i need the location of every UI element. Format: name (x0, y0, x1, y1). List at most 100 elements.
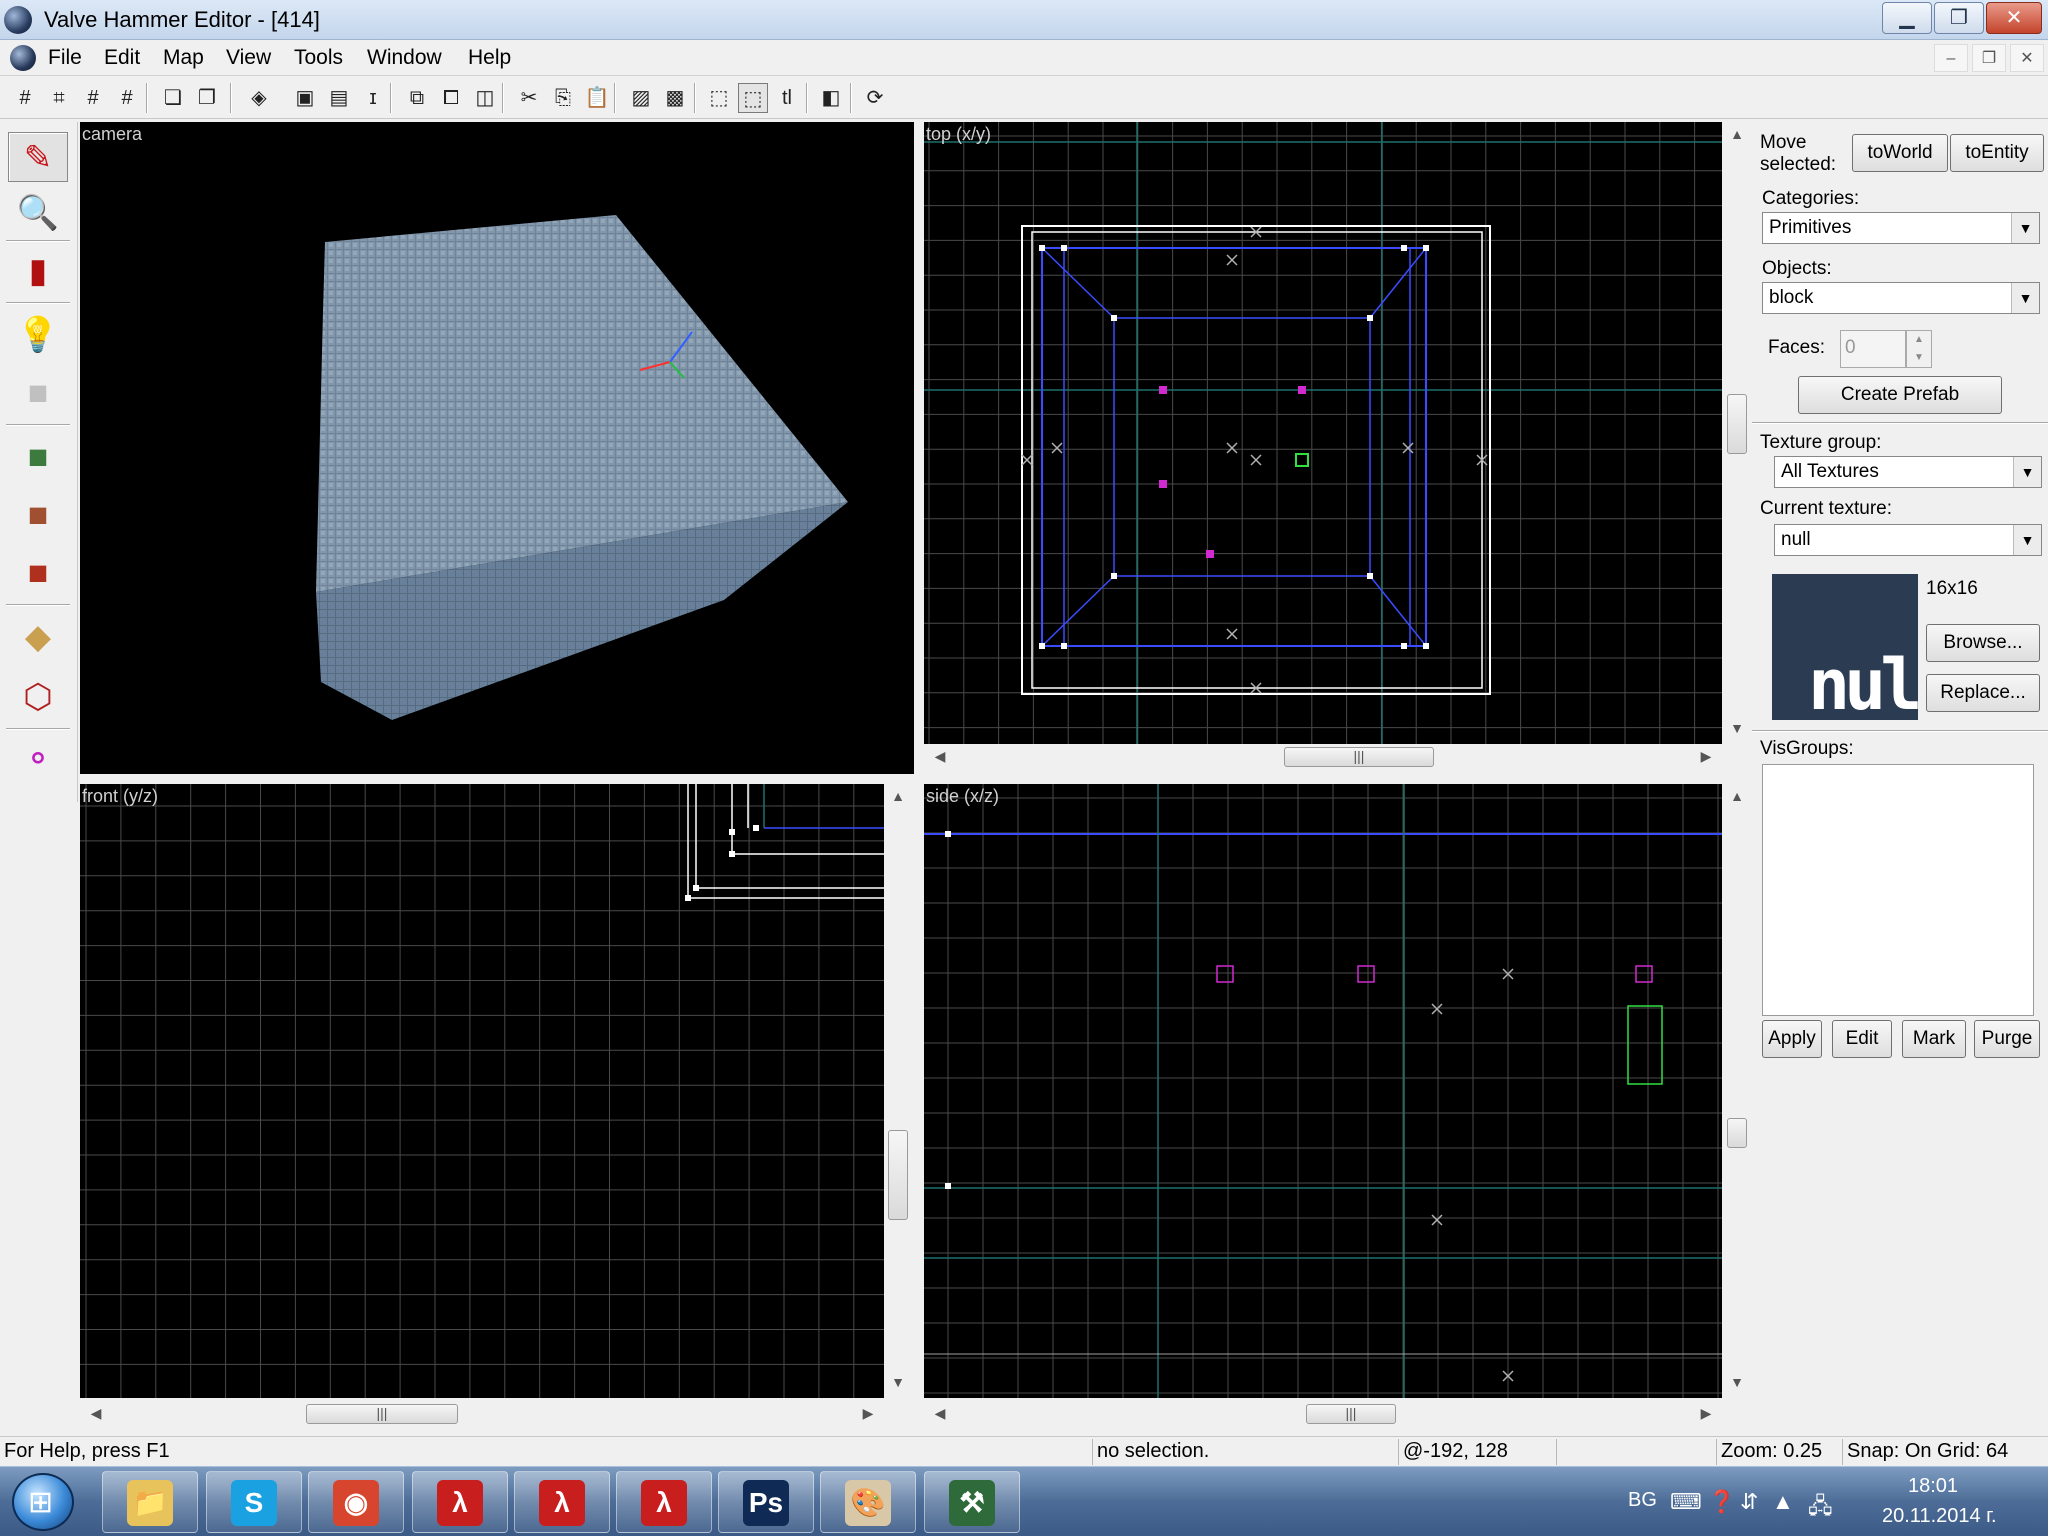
mdi-restore-button[interactable]: ❐ (1972, 44, 2006, 72)
menu-view[interactable]: View (226, 46, 271, 70)
scroll-right-icon[interactable]: ▶ (858, 1405, 878, 1422)
chevron-down-icon[interactable]: ▼ (2011, 213, 2039, 243)
scroll-thumb[interactable] (888, 1130, 908, 1220)
grid-toggle-icon[interactable]: # (10, 83, 40, 113)
menu-tools[interactable]: Tools (294, 46, 343, 70)
scroll-left-icon[interactable]: ◀ (930, 748, 950, 765)
faces-field[interactable]: 0 (1840, 330, 1906, 368)
scroll-up-icon[interactable]: ▲ (1724, 126, 1750, 142)
taskbar-app-button[interactable]: λ (412, 1471, 508, 1533)
path-tool-icon[interactable]: ⚬ (8, 734, 68, 784)
taskbar-app-button[interactable]: λ (514, 1471, 610, 1533)
hollow-icon[interactable]: ⧠ (436, 83, 466, 113)
side-horizontal-scrollbar[interactable]: ◀ ||| ▶ (924, 1400, 1722, 1428)
clipping-icon[interactable]: ◫ (470, 83, 500, 113)
edit-button[interactable]: Edit (1832, 1020, 1892, 1058)
front-vertical-scrollbar[interactable]: ▲ ▼ (884, 784, 912, 1398)
scroll-right-icon[interactable]: ▶ (1696, 1405, 1716, 1422)
grid-larger-icon[interactable]: # (112, 83, 142, 113)
menu-help[interactable]: Help (468, 46, 511, 70)
run-map-icon[interactable]: ◧ (816, 83, 846, 113)
paste-icon[interactable]: 📋 (582, 83, 612, 113)
compile-icon[interactable]: ⟳ (860, 83, 890, 113)
scroll-thumb[interactable]: ||| (1306, 1404, 1396, 1424)
camera-viewport[interactable]: camera (80, 122, 914, 774)
toggle-helpers-icon[interactable]: ▨ (626, 83, 656, 113)
texture-lock-icon[interactable]: ɪ (358, 83, 388, 113)
keyboard-icon[interactable]: ⌨ (1670, 1489, 1702, 1515)
top-horizontal-scrollbar[interactable]: ◀ ||| ▶ (924, 744, 1722, 770)
mdi-minimize-button[interactable]: – (1934, 44, 1968, 72)
menu-edit[interactable]: Edit (104, 46, 140, 70)
block-tool-icon[interactable]: ■ (8, 368, 68, 418)
minimize-button[interactable]: ▁ (1882, 2, 1932, 34)
taskbar-app-button[interactable]: 🎨 (820, 1471, 916, 1533)
texture-application-icon[interactable]: ■ (8, 432, 68, 482)
front-horizontal-scrollbar[interactable]: ◀ ||| ▶ (80, 1400, 884, 1428)
scroll-thumb[interactable]: ||| (1284, 747, 1434, 767)
categories-select[interactable]: Primitives ▼ (1762, 212, 2040, 244)
ungroup-icon[interactable]: ❐ (192, 83, 222, 113)
select-objects-icon[interactable]: ⬚ (704, 83, 734, 113)
objects-select[interactable]: block ▼ (1762, 282, 2040, 314)
taskbar-app-button[interactable]: ◉ (308, 1471, 404, 1533)
to-entity-button[interactable]: toEntity (1950, 134, 2044, 172)
scroll-thumb[interactable] (1727, 1118, 1747, 1148)
entity-tool-icon[interactable]: 💡 (8, 310, 68, 360)
network-icon[interactable]: 🖧 (1808, 1489, 1833, 1527)
language-indicator[interactable]: BG (1628, 1489, 1657, 1512)
cut-icon[interactable]: ✂ (514, 83, 544, 113)
to-world-button[interactable]: toWorld (1852, 134, 1948, 172)
texture-group-select[interactable]: All Textures ▼ (1774, 456, 2042, 488)
front-viewport[interactable]: front (y/z) (80, 784, 884, 1398)
texture-preview[interactable]: null (1772, 574, 1918, 720)
tie-to-entity-icon[interactable]: ◈ (244, 83, 274, 113)
visgroups-list[interactable] (1762, 764, 2034, 1016)
scroll-thumb[interactable] (1727, 394, 1747, 454)
side-vertical-scrollbar[interactable]: ▲ ▼ (1724, 784, 1750, 1398)
scroll-left-icon[interactable]: ◀ (930, 1405, 950, 1422)
scroll-up-icon[interactable]: ▲ (1724, 788, 1750, 804)
scroll-thumb[interactable]: ||| (306, 1404, 458, 1424)
menu-window[interactable]: Window (367, 46, 442, 70)
side-viewport[interactable]: side (x/z) (924, 784, 1722, 1398)
maximize-button[interactable]: ❐ (1934, 2, 1984, 34)
apply-current-texture-icon[interactable]: ■ (8, 490, 68, 540)
apply-button[interactable]: Apply (1762, 1020, 1822, 1058)
chevron-down-icon[interactable]: ▼ (2013, 457, 2041, 487)
selection-tool-icon[interactable]: ✎ (8, 132, 68, 182)
grid-smaller-icon[interactable]: # (78, 83, 108, 113)
mark-button[interactable]: Mark (1902, 1020, 1966, 1058)
taskbar-app-button[interactable]: ⚒ (924, 1471, 1020, 1533)
create-prefab-button[interactable]: Create Prefab (1798, 376, 2002, 414)
browse-button[interactable]: Browse... (1926, 624, 2040, 662)
menu-file[interactable]: File (48, 46, 82, 70)
clock-date[interactable]: 20.11.2014 г. (1882, 1505, 1997, 1528)
copy-icon[interactable]: ⎘ (548, 83, 578, 113)
scroll-down-icon[interactable]: ▼ (1724, 720, 1750, 736)
toggle-decals-icon[interactable]: ▩ (660, 83, 690, 113)
scroll-down-icon[interactable]: ▼ (884, 1374, 912, 1390)
text-tl-icon[interactable]: tl (772, 83, 802, 113)
clipping-tool-icon[interactable]: ◆ (8, 612, 68, 662)
help-icon[interactable]: ❓ (1708, 1489, 1735, 1515)
purge-button[interactable]: Purge (1974, 1020, 2040, 1058)
carve-icon[interactable]: ⧉ (402, 83, 432, 113)
faces-spinner[interactable]: ▲ ▼ (1906, 330, 1932, 368)
select-by-handles-icon[interactable]: ⬚ (738, 83, 768, 113)
grid-snap-icon[interactable]: ⌗ (44, 83, 74, 113)
vertex-manipulation-icon[interactable]: ⬡ (8, 672, 68, 722)
group-icon[interactable]: ❏ (158, 83, 188, 113)
start-button[interactable]: ⊞ (12, 1473, 74, 1531)
taskbar-app-button[interactable]: S (206, 1471, 302, 1533)
close-button[interactable]: ✕ (1986, 2, 2042, 34)
top-viewport[interactable]: top (x/y) (924, 122, 1722, 744)
camera-tool-icon[interactable]: ▮ (8, 246, 68, 296)
chevron-down-icon[interactable]: ▼ (2011, 283, 2039, 313)
remote-icon[interactable]: ⇵ (1740, 1489, 1758, 1515)
magnify-tool-icon[interactable]: 🔍 (8, 188, 68, 238)
clock-time[interactable]: 18:01 (1908, 1475, 1958, 1498)
top-vertical-scrollbar[interactable]: ▲ ▼ (1724, 122, 1750, 744)
taskbar-app-button[interactable]: 📁 (102, 1471, 198, 1533)
taskbar-app-button[interactable]: λ (616, 1471, 712, 1533)
